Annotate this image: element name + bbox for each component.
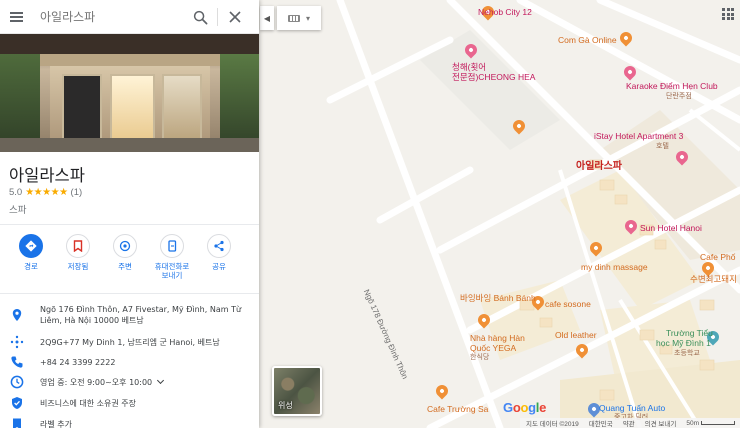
map-label-school-1[interactable]: Trường Tiểu: [666, 328, 713, 338]
nearby-label: 주변: [118, 262, 132, 271]
place-photo[interactable]: [0, 34, 259, 152]
save-button[interactable]: 저장됨: [55, 234, 101, 271]
keyboard-icon: [287, 14, 300, 22]
share-button[interactable]: 공유: [196, 234, 242, 271]
rating-row[interactable]: 5.0 ★★★★★ (1): [9, 187, 82, 198]
map-label-karaoke-sub: 단란주점: [666, 93, 692, 100]
add-label-row[interactable]: 라벨 추가: [0, 417, 259, 428]
collapse-panel-button[interactable]: ◀: [260, 6, 274, 30]
map-label-cafe-sosone[interactable]: cafe sosone: [545, 299, 591, 309]
send-to-phone-icon: [160, 234, 184, 258]
save-label: 저장됨: [67, 262, 89, 271]
place-category[interactable]: 스파: [9, 202, 26, 216]
region-link[interactable]: 대한민국: [589, 418, 613, 428]
scale-bar[interactable]: 50m: [686, 420, 735, 427]
divider: [0, 293, 259, 294]
map-label-cheonghae-2[interactable]: 전문점)CHEONG HEA: [452, 72, 535, 82]
address-row[interactable]: Ngõ 176 Đình Thôn, A7 Fivestar, Mỹ Đình,…: [0, 304, 259, 328]
map-label-school-2[interactable]: học Mỹ Đình 1: [656, 338, 711, 348]
chevron-left-icon: ◀: [263, 13, 271, 23]
bookmark-icon: [66, 234, 90, 258]
map-label-cafe-pho[interactable]: Cafe Phố: [700, 252, 735, 262]
map-label-nha-hang-sub: 한식당: [470, 354, 490, 361]
map-label-cafe-truong-sa[interactable]: Cafe Trường Sa: [427, 404, 488, 414]
map-label-old-leather[interactable]: Old leather: [555, 330, 597, 340]
directions-button[interactable]: 경로: [8, 234, 54, 271]
send-to-phone-button[interactable]: 휴대전화로 보내기: [149, 234, 195, 280]
map-label-nha-hang-2[interactable]: Quốc YEGA: [470, 343, 516, 353]
directions-icon: [19, 234, 43, 258]
verified-shield-icon: [12, 397, 22, 409]
search-icon[interactable]: [193, 10, 208, 25]
plus-code-row[interactable]: 2Q9G+77 My Dinh 1, 남뜨리엠 군 Hanoi, 베트남: [0, 335, 259, 349]
hours-range: 오전 9:00~오후 10:00: [69, 378, 153, 387]
map-label-nehob[interactable]: Nehob City 12: [478, 7, 532, 17]
menu-icon[interactable]: [10, 12, 23, 22]
map-label-school-sub: 초등학교: [674, 350, 700, 357]
map-label-bbq[interactable]: 수변최고돼지: [690, 274, 737, 284]
search-box: [0, 0, 259, 34]
chevron-down-icon[interactable]: [157, 376, 165, 385]
phone-row[interactable]: +84 24 3399 2222: [0, 355, 259, 369]
apps-grid-icon[interactable]: [722, 8, 734, 20]
hours-text: 영업 중: 오전 9:00~오후 10:00: [40, 376, 250, 388]
map-data-credit: 지도 데이터 ©2019: [526, 421, 579, 428]
location-pin-icon: [12, 309, 22, 321]
map-footer: 지도 데이터 ©2019 대한민국 약관 의견 보내기 50m: [520, 418, 740, 428]
rating-stars: ★★★★★: [25, 187, 68, 198]
hours-status: 영업 중:: [40, 378, 68, 387]
satellite-toggle[interactable]: 위성: [272, 366, 322, 416]
action-buttons: 경로 저장됨 주변 휴대전화로 보내기 공유: [0, 234, 259, 284]
place-title: 아일라스파: [9, 166, 85, 185]
nearby-icon: [113, 234, 137, 258]
google-logo: Google: [503, 400, 547, 415]
map-label-istay[interactable]: iStay Hotel Apartment 3: [594, 131, 683, 141]
add-label-text: 라벨 추가: [40, 420, 72, 428]
close-icon[interactable]: [228, 10, 242, 24]
place-panel: 아일라스파 5.0 ★★★★★ (1) 스파 경로 저장됨 주변: [0, 0, 259, 428]
terms-link[interactable]: 약관: [623, 418, 635, 428]
map-label-banh-banh[interactable]: 바잉바잉 Bánh Bánh: [460, 293, 536, 303]
rating-value: 5.0: [9, 187, 23, 198]
map-label-istay-sub: 호텔: [656, 143, 669, 150]
label-flag-icon: [13, 418, 21, 428]
map-label-sun-hotel[interactable]: Sun Hotel Hanoi: [640, 223, 702, 233]
search-input[interactable]: [40, 9, 180, 25]
chevron-down-icon: ▾: [305, 13, 310, 23]
map-label-nha-hang-1[interactable]: Nhà hàng Hàn: [470, 333, 525, 343]
send-to-phone-label: 휴대전화로 보내기: [154, 262, 190, 280]
plus-code-text: 2Q9G+77 My Dinh 1, 남뜨리엠 군 Hanoi, 베트남: [40, 338, 220, 347]
map-label-karaoke[interactable]: Karaoke Điểm Hẹn Club: [626, 81, 718, 91]
clock-icon: [10, 375, 24, 389]
selected-place-label[interactable]: 아일라스파: [576, 157, 622, 172]
directions-label: 경로: [24, 262, 38, 271]
satellite-label: 위성: [278, 401, 293, 410]
share-label: 공유: [212, 262, 226, 271]
hours-row[interactable]: 영업 중: 오전 9:00~오후 10:00: [0, 375, 259, 389]
divider: [0, 224, 259, 225]
claim-business-text: 비즈니스에 대한 소유권 주장: [40, 399, 136, 408]
share-icon: [207, 234, 231, 258]
map-label-quang-tuan[interactable]: Quang Tuấn Auto: [599, 403, 665, 413]
phone-text: +84 24 3399 2222: [40, 358, 116, 367]
phone-icon: [11, 356, 23, 368]
map-label-cheonghae-1[interactable]: 청해(횟어: [452, 62, 486, 72]
feedback-link[interactable]: 의견 보내기: [645, 418, 677, 428]
review-count-link[interactable]: (1): [71, 187, 83, 198]
plus-code-icon: [10, 335, 24, 349]
claim-business-row[interactable]: 비즈니스에 대한 소유권 주장: [0, 396, 259, 410]
search-divider: [217, 8, 218, 26]
map-label-com-ga[interactable]: Com Gà Online: [558, 35, 617, 45]
input-tools-button[interactable]: ▾: [277, 6, 321, 30]
nearby-button[interactable]: 주변: [102, 234, 148, 271]
address-text: Ngõ 176 Đình Thôn, A7 Fivestar, Mỹ Đình,…: [40, 305, 242, 325]
map-label-my-dinh-massage[interactable]: my dinh massage: [581, 262, 648, 272]
